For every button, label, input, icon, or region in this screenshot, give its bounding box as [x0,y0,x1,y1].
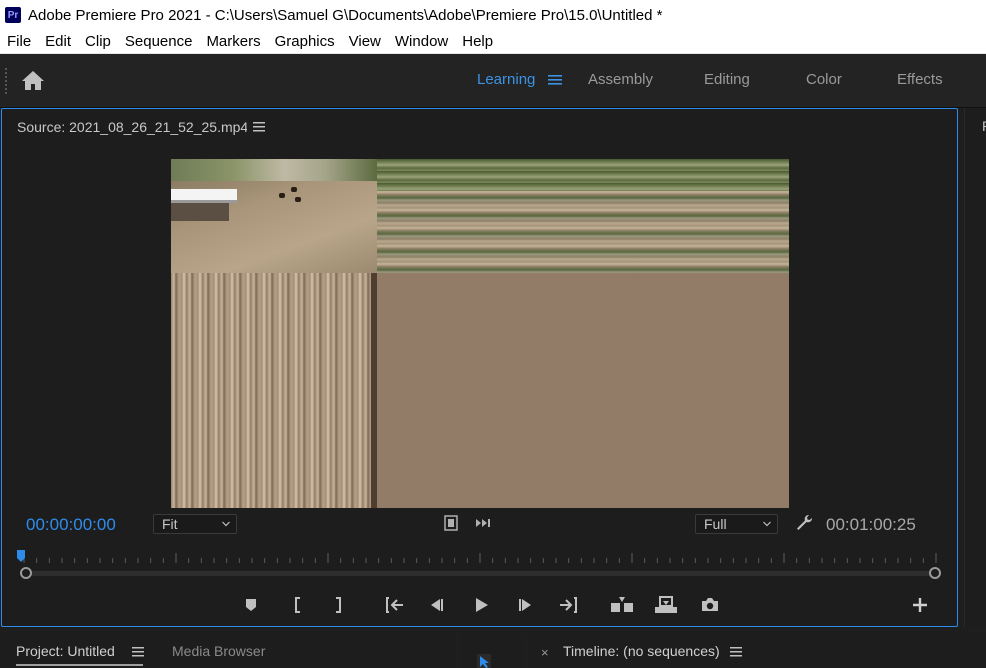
export-frame-camera-icon[interactable] [700,595,720,615]
source-monitor-panel[interactable]: Source: 2021_08_26_21_52_25.mp4 00:00:00… [1,108,958,627]
zoom-scrollbar-track[interactable] [26,571,936,576]
tools-panel [461,633,522,668]
wrench-icon[interactable] [795,514,813,532]
mark-in-icon[interactable] [288,595,308,615]
home-icon[interactable] [20,69,46,91]
workspace-menu-icon[interactable] [548,74,562,86]
go-to-out-icon[interactable] [558,595,578,615]
chevron-down-icon [222,521,230,527]
video-trees [171,159,377,181]
workspace-tab-learning[interactable]: Learning [477,71,535,88]
source-monitor-title[interactable]: Source: 2021_08_26_21_52_25.mp4 [17,119,247,135]
chevron-down-icon [763,521,771,527]
menu-window[interactable]: Window [395,33,448,50]
video-smear-divider [371,273,377,508]
mark-out-icon[interactable] [328,595,348,615]
play-icon[interactable] [471,595,491,615]
transport-controls [2,593,957,617]
menu-view[interactable]: View [349,33,381,50]
go-to-in-icon[interactable] [385,595,405,615]
workspace-bar: Learning Assembly Editing Color Effects [0,54,986,108]
button-editor-plus-icon[interactable] [910,595,930,615]
menu-file[interactable]: File [7,33,31,50]
zoom-scrollbar-right-handle[interactable] [929,567,941,579]
zoom-level-value: Fit [162,516,178,532]
step-forward-icon[interactable] [515,595,535,615]
window-title: Adobe Premiere Pro 2021 - C:\Users\Samue… [28,6,663,24]
selection-tool-icon[interactable] [477,654,491,668]
tab-project[interactable]: Project: Untitled [16,643,115,659]
workspace-tab-effects[interactable]: Effects [897,71,943,88]
tab-media-browser[interactable]: Media Browser [172,643,265,659]
panel-menu-icon[interactable] [730,647,742,657]
timeline-panel[interactable]: × Timeline: (no sequences) [528,633,986,668]
menu-bar: File Edit Clip Sequence Markers Graphics… [0,30,986,54]
window-titlebar: Pr Adobe Premiere Pro 2021 - C:\Users\Sa… [0,0,986,30]
video-horse [291,187,297,192]
step-back-icon[interactable] [427,595,447,615]
playhead-marker-icon[interactable] [17,550,25,562]
video-barn-roof [171,189,237,203]
safe-margins-icon[interactable] [444,515,458,531]
drag-video-only-icon[interactable] [475,518,493,528]
panel-menu-icon[interactable] [132,647,144,657]
video-aerial-image [171,159,377,273]
menu-graphics[interactable]: Graphics [275,33,335,50]
close-icon[interactable]: × [541,645,549,660]
zoom-scrollbar-left-handle[interactable] [20,567,32,579]
active-tab-underline [16,664,143,666]
panel-menu-icon[interactable] [253,122,265,132]
program-panel-tab-label[interactable]: P [982,118,986,134]
workspace-tab-editing[interactable]: Editing [704,71,750,88]
video-horse [295,197,301,202]
video-barn-shadow [171,203,229,221]
menu-clip[interactable]: Clip [85,33,111,50]
tab-timeline[interactable]: Timeline: (no sequences) [563,643,720,659]
duration-timecode: 00:01:00:25 [826,515,916,534]
premiere-app-icon: Pr [5,7,21,23]
playback-resolution-dropdown[interactable]: Full [695,514,778,534]
video-glitch-area [377,273,789,508]
workspace-tab-color[interactable]: Color [806,71,842,88]
overwrite-icon[interactable] [654,595,678,615]
menu-help[interactable]: Help [462,33,493,50]
zoom-level-dropdown[interactable]: Fit [153,514,237,534]
menu-edit[interactable]: Edit [45,33,71,50]
video-vertical-smear [171,273,377,508]
program-monitor-panel-partial[interactable]: P [964,108,986,627]
project-panel[interactable]: Project: Untitled Media Browser [1,633,455,668]
menu-markers[interactable]: Markers [206,33,260,50]
workspace-tab-assembly[interactable]: Assembly [588,71,653,88]
playhead-timecode[interactable]: 00:00:00:00 [26,515,116,535]
add-marker-icon[interactable] [241,595,261,615]
drag-grip-handle[interactable] [5,68,7,94]
video-horse [279,193,285,198]
time-ruler[interactable] [20,551,940,565]
menu-sequence[interactable]: Sequence [125,33,193,50]
video-horizontal-smear-top [377,159,789,191]
insert-icon[interactable] [610,595,634,615]
playback-resolution-value: Full [704,516,727,532]
video-preview-frame[interactable] [171,159,789,508]
